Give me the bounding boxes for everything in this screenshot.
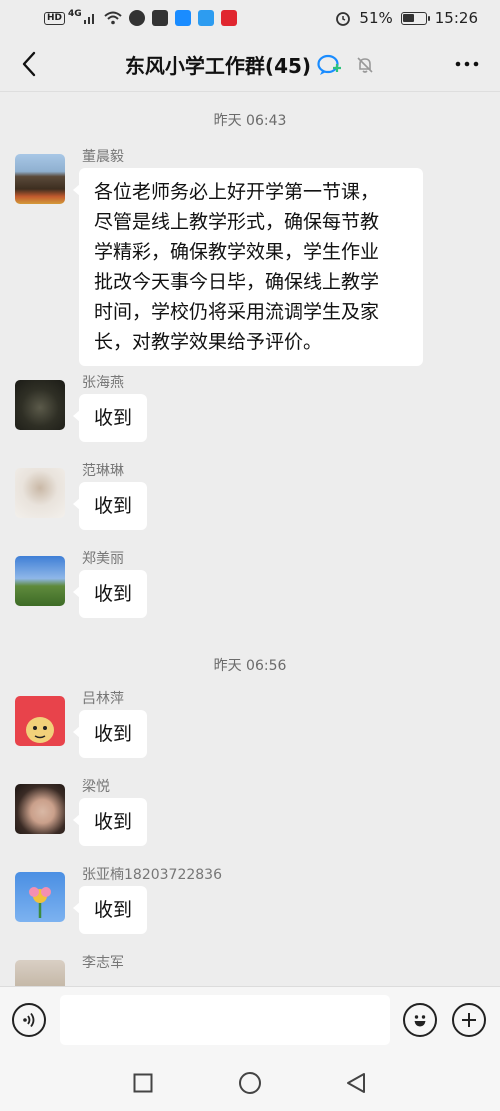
- clock: 15:26: [434, 9, 478, 27]
- message-line: 批改今天事今日毕，确保线上教学: [94, 271, 380, 293]
- sender-name: 董晨毅: [82, 149, 124, 165]
- title-area: 东风小学工作群(45): [125, 50, 375, 79]
- voice-icon: [23, 1012, 35, 1028]
- sender-name: 梁悦: [82, 779, 110, 795]
- message-bubble[interactable]: 收到: [72, 394, 148, 442]
- sender-name: 范琳琳: [82, 463, 124, 479]
- input-bar: [0, 986, 500, 1054]
- mute-bell-icon: [357, 56, 373, 73]
- message-line: 尽管是线上教学形式，确保每节教: [94, 211, 380, 233]
- message-item: 梁悦 收到: [15, 779, 485, 854]
- timestamp: 昨天 06:56: [213, 658, 287, 674]
- cloud-icon: [197, 10, 214, 26]
- battery-percent: 51%: [359, 9, 393, 27]
- avatar[interactable]: [15, 556, 65, 606]
- sender-name: 吕林萍: [82, 691, 124, 707]
- chat-header: 东风小学工作群(45): [0, 36, 500, 92]
- home-button[interactable]: [237, 1070, 263, 1096]
- avatar[interactable]: [15, 960, 65, 986]
- message-item: 张亚楠18203722836 收到: [15, 867, 485, 942]
- wifi-icon: [104, 11, 122, 25]
- message-bubble[interactable]: 收到: [72, 570, 148, 618]
- message-input[interactable]: [60, 995, 390, 1045]
- message-bubble[interactable]: 收到: [72, 886, 148, 934]
- status-right: 51% 15:26: [335, 9, 478, 27]
- avatar[interactable]: [15, 784, 65, 834]
- title-wrap: 东风小学工作群(45): [0, 50, 500, 79]
- message-line: 时间，学校仍将采用流调学生及家: [94, 301, 380, 323]
- app-red-icon: [220, 10, 237, 26]
- avatar[interactable]: [15, 380, 65, 430]
- timestamp: 昨天 06:43: [213, 113, 287, 129]
- message-bubble[interactable]: 各位老师务必上好开学第一节课， 尽管是线上教学形式，确保每节教 学精彩，确保教学…: [73, 168, 423, 366]
- more-functions-button[interactable]: [452, 1003, 486, 1037]
- system-back-button[interactable]: [343, 1070, 369, 1096]
- recent-apps-button[interactable]: [130, 1070, 156, 1096]
- avatar[interactable]: [15, 154, 65, 204]
- battery-icon: [400, 11, 430, 25]
- system-nav-bar: [0, 1054, 500, 1111]
- alarm-clock-icon: [336, 12, 351, 26]
- emoji-button[interactable]: [403, 1003, 437, 1037]
- alarm-icon: [128, 10, 145, 26]
- message-item: 吕林萍 收到: [15, 691, 485, 766]
- cartoon-face-icon: [26, 717, 54, 743]
- message-bubble[interactable]: 收到: [72, 482, 148, 530]
- signal-label: 4G: [68, 9, 82, 19]
- message-item: 郑美丽 收到: [15, 551, 485, 626]
- voice-input-button[interactable]: [12, 1003, 46, 1037]
- avatar[interactable]: [15, 696, 65, 746]
- status-bar: HD 4G 51% 15:26: [0, 0, 500, 36]
- more-options-button[interactable]: [452, 49, 482, 79]
- network-type: HD: [44, 11, 66, 25]
- group-chat-icon: [317, 54, 342, 75]
- square-icon: [133, 1073, 153, 1093]
- plus-icon: [462, 1013, 476, 1027]
- vpn-icon: [151, 10, 168, 26]
- message-item: 董晨毅 各位老师务必上好开学第一节课， 尽管是线上教学形式，确保每节教 学精彩，…: [15, 149, 485, 384]
- chat-messages[interactable]: 昨天 06:43 董晨毅 各位老师务必上好开学第一节课， 尽管是线上教学形式，确…: [0, 92, 500, 986]
- more-dots-icon: [455, 61, 479, 67]
- battery-level: [403, 14, 414, 22]
- sender-name: 张亚楠18203722836: [82, 867, 222, 883]
- message-line: 长，对教学效果给予评价。: [94, 331, 323, 353]
- app-icon: [174, 10, 191, 26]
- status-left: HD 4G: [44, 9, 237, 26]
- avatar[interactable]: [15, 468, 65, 518]
- chevron-left-icon: [22, 51, 36, 77]
- message-bubble[interactable]: 收到: [72, 798, 148, 846]
- page-title: 东风小学工作群(45): [124, 54, 312, 78]
- back-button[interactable]: [14, 49, 44, 79]
- message-line: 各位老师务必上好开学第一节课，: [94, 181, 380, 203]
- signal-icon: [83, 14, 94, 24]
- circle-icon: [239, 1072, 261, 1094]
- message-item: 张海燕 收到: [15, 375, 485, 450]
- avatar[interactable]: [15, 872, 65, 922]
- message-line: 学精彩，确保教学效果，学生作业: [94, 241, 380, 263]
- emoji-icon: [414, 1015, 426, 1027]
- message-item: 李志军: [15, 955, 485, 986]
- sender-name: 张海燕: [82, 375, 124, 391]
- message-bubble[interactable]: 收到: [72, 710, 148, 758]
- sender-name: 李志军: [82, 955, 124, 971]
- triangle-back-icon: [347, 1073, 365, 1093]
- flower-icon: [29, 887, 51, 918]
- message-item: 范琳琳 收到: [15, 463, 485, 538]
- sender-name: 郑美丽: [82, 551, 124, 567]
